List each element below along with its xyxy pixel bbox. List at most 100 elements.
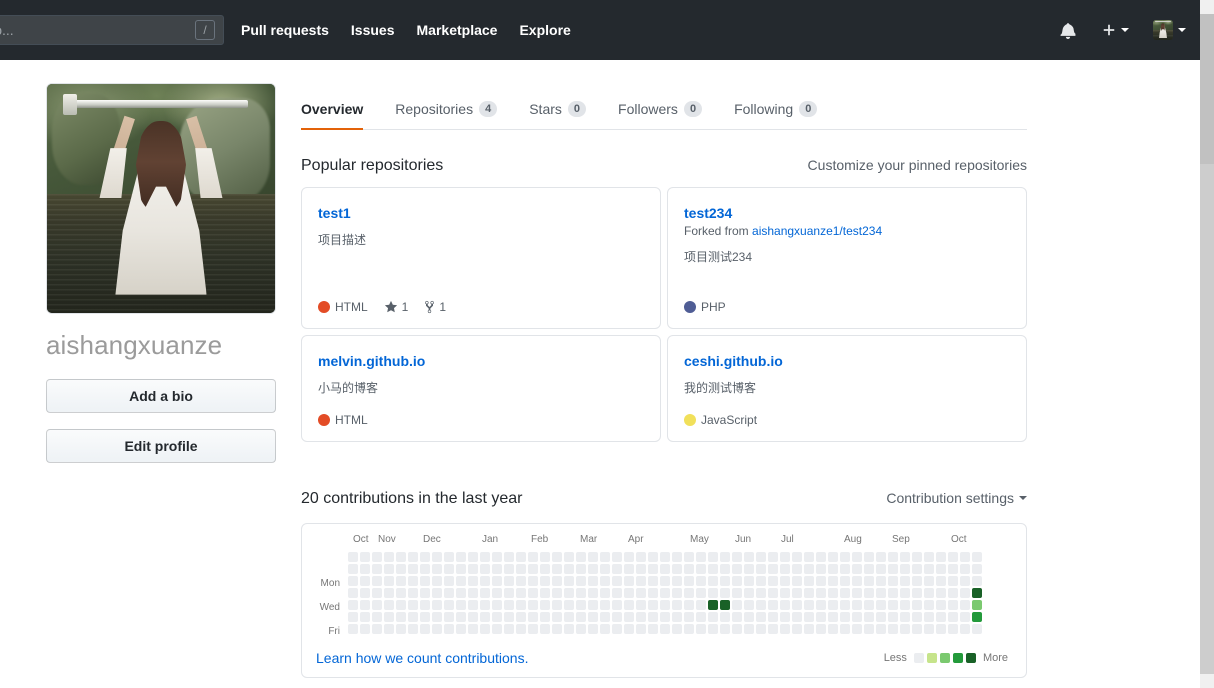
contribution-cell[interactable] [732, 624, 742, 634]
contribution-cell[interactable] [708, 624, 718, 634]
contribution-cell[interactable] [408, 624, 418, 634]
contribution-cell[interactable] [492, 576, 502, 586]
contribution-cell[interactable] [504, 624, 514, 634]
contribution-cell[interactable] [660, 624, 670, 634]
contribution-cell[interactable] [444, 576, 454, 586]
contribution-cell[interactable] [588, 576, 598, 586]
contribution-cell[interactable] [384, 564, 394, 574]
contribution-cell[interactable] [588, 552, 598, 562]
learn-contributions-link[interactable]: Learn how we count contributions. [316, 650, 528, 666]
contribution-cell[interactable] [564, 552, 574, 562]
contribution-cell[interactable] [852, 612, 862, 622]
repo-name-link[interactable]: melvin.github.io [318, 353, 644, 369]
contribution-cell[interactable] [912, 552, 922, 562]
contribution-cell[interactable] [684, 612, 694, 622]
contribution-cell[interactable] [972, 564, 982, 574]
contribution-cell[interactable] [612, 612, 622, 622]
contribution-cell[interactable] [912, 624, 922, 634]
contribution-cell[interactable] [456, 624, 466, 634]
contribution-cell[interactable] [432, 600, 442, 610]
contribution-cell[interactable] [396, 588, 406, 598]
contribution-cell[interactable] [528, 600, 538, 610]
contribution-cell[interactable] [948, 564, 958, 574]
contribution-cell[interactable] [552, 552, 562, 562]
contribution-cell[interactable] [960, 576, 970, 586]
contribution-cell[interactable] [888, 552, 898, 562]
contribution-cell[interactable] [648, 564, 658, 574]
contribution-cell[interactable] [564, 624, 574, 634]
contribution-cell[interactable] [804, 600, 814, 610]
contribution-cell[interactable] [648, 576, 658, 586]
contribution-cell[interactable] [696, 588, 706, 598]
contribution-cell[interactable] [900, 624, 910, 634]
contribution-cell[interactable] [876, 600, 886, 610]
contribution-cell[interactable] [480, 624, 490, 634]
contribution-cell[interactable] [840, 624, 850, 634]
contribution-cell[interactable] [372, 588, 382, 598]
nav-item-pull-requests[interactable]: Pull requests [241, 22, 329, 38]
page-scrollbar[interactable] [1200, 0, 1214, 688]
contribution-cell[interactable] [612, 600, 622, 610]
contribution-cell[interactable] [708, 552, 718, 562]
contribution-cell[interactable] [732, 576, 742, 586]
contribution-cell[interactable] [960, 552, 970, 562]
contribution-cell[interactable] [588, 612, 598, 622]
contribution-cell[interactable] [600, 588, 610, 598]
contribution-cell[interactable] [348, 612, 358, 622]
contribution-cell[interactable] [552, 576, 562, 586]
contribution-cell[interactable] [780, 552, 790, 562]
contribution-cell[interactable] [576, 576, 586, 586]
contribution-cell[interactable] [756, 600, 766, 610]
contribution-cell[interactable] [948, 552, 958, 562]
contribution-cell[interactable] [480, 576, 490, 586]
contribution-cell[interactable] [612, 552, 622, 562]
contribution-cell[interactable] [468, 552, 478, 562]
contribution-cell[interactable] [348, 588, 358, 598]
contribution-cell[interactable] [744, 564, 754, 574]
contribution-cell[interactable] [612, 624, 622, 634]
contribution-cell[interactable] [576, 564, 586, 574]
contribution-cell[interactable] [768, 576, 778, 586]
contribution-cell[interactable] [900, 552, 910, 562]
contribution-cell[interactable] [624, 612, 634, 622]
contribution-cell[interactable] [756, 612, 766, 622]
contribution-cell[interactable] [600, 600, 610, 610]
contribution-cell[interactable] [456, 612, 466, 622]
contribution-cell[interactable] [852, 600, 862, 610]
contribution-cell[interactable] [948, 624, 958, 634]
contribution-cell[interactable] [552, 600, 562, 610]
contribution-cell[interactable] [348, 564, 358, 574]
contribution-cell[interactable] [840, 564, 850, 574]
contribution-cell[interactable] [828, 624, 838, 634]
contribution-cell[interactable] [972, 552, 982, 562]
repo-card[interactable]: ceshi.github.io 我的测试博客 JavaScript [667, 335, 1027, 442]
contribution-cell[interactable] [768, 588, 778, 598]
contribution-cell[interactable] [960, 600, 970, 610]
contribution-cell[interactable] [720, 576, 730, 586]
contribution-cell[interactable] [732, 588, 742, 598]
contribution-cell[interactable] [456, 564, 466, 574]
contribution-cell[interactable] [468, 588, 478, 598]
contribution-cell[interactable] [876, 624, 886, 634]
nav-item-explore[interactable]: Explore [519, 22, 570, 38]
contribution-cell[interactable] [612, 564, 622, 574]
contribution-cell[interactable] [936, 624, 946, 634]
contribution-cell[interactable] [624, 624, 634, 634]
contribution-cell[interactable] [744, 588, 754, 598]
contribution-cell[interactable] [528, 612, 538, 622]
contribution-cell[interactable] [360, 564, 370, 574]
contribution-cell[interactable] [672, 612, 682, 622]
contribution-cell[interactable] [468, 624, 478, 634]
contribution-cell[interactable] [864, 564, 874, 574]
contribution-cell[interactable] [492, 552, 502, 562]
contribution-cell[interactable] [504, 588, 514, 598]
contribution-settings-button[interactable]: Contribution settings [886, 490, 1027, 506]
contribution-cell[interactable] [780, 600, 790, 610]
contribution-cell[interactable] [924, 624, 934, 634]
contribution-cell[interactable] [696, 576, 706, 586]
contribution-cell[interactable] [372, 552, 382, 562]
contribution-cell[interactable] [876, 612, 886, 622]
contribution-cell[interactable] [384, 624, 394, 634]
contribution-cell[interactable] [696, 552, 706, 562]
nav-item-marketplace[interactable]: Marketplace [417, 22, 498, 38]
